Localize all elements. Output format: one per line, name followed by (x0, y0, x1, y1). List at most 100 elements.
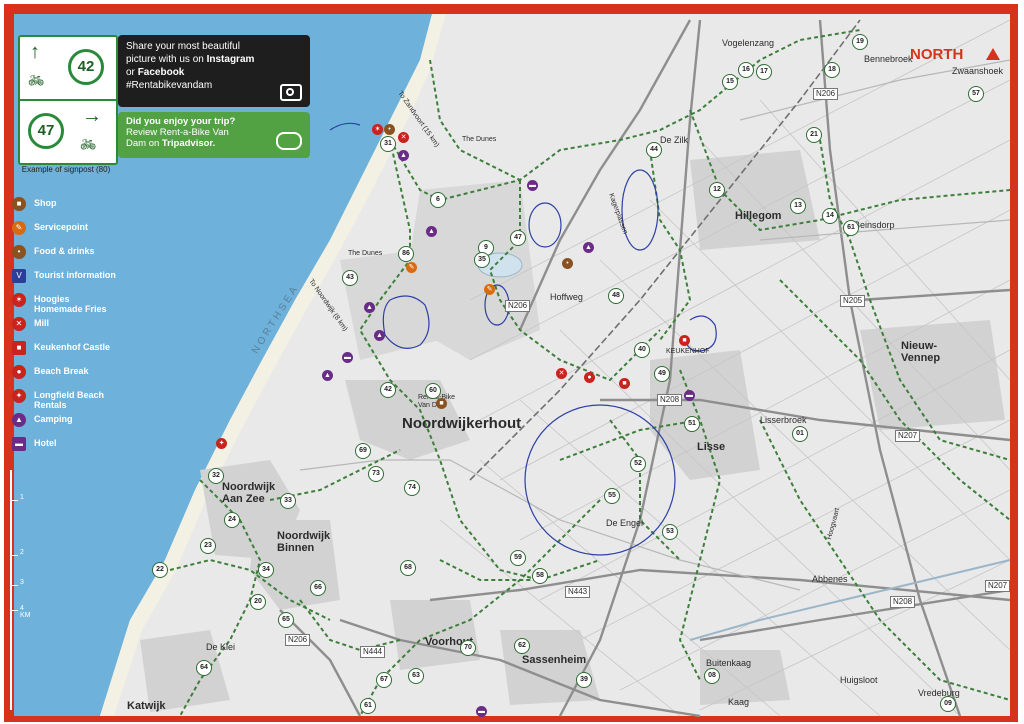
junction-node[interactable]: 48 (608, 288, 624, 304)
junction-node[interactable]: 16 (738, 62, 754, 78)
junction-node[interactable]: 39 (576, 672, 592, 688)
road-number: N206 (813, 88, 839, 100)
junction-node[interactable]: 23 (200, 538, 216, 554)
junction-node[interactable]: 08 (704, 668, 720, 684)
junction-node[interactable]: 49 (654, 366, 670, 382)
bed-icon[interactable]: ▬ (342, 352, 353, 363)
surf-icon: ✦ (12, 389, 26, 403)
junction-node[interactable]: 70 (460, 640, 476, 656)
wrench-icon[interactable]: ✎ (406, 262, 417, 273)
place-label: Hoffweg (550, 292, 583, 302)
junction-node[interactable]: 09 (940, 696, 956, 712)
bed-icon[interactable]: ▬ (476, 706, 487, 717)
town-sassenheim: Sassenheim (522, 654, 587, 666)
junction-node[interactable]: 44 (646, 142, 662, 158)
junction-node[interactable]: 17 (756, 64, 772, 80)
junction-node[interactable]: 61 (843, 220, 859, 236)
junction-node[interactable]: 52 (630, 456, 646, 472)
promo-text: Share your most beautiful (126, 41, 240, 52)
promo-text: Dam on (126, 138, 160, 149)
tent-icon[interactable]: ▲ (583, 242, 594, 253)
tent-icon[interactable]: ▲ (364, 302, 375, 313)
place-label: Vredeburg (918, 688, 960, 698)
junction-node[interactable]: 40 (634, 342, 650, 358)
tent-icon[interactable]: ▲ (374, 330, 385, 341)
junction-node[interactable]: 57 (968, 86, 984, 102)
hashtag[interactable]: #Rentabikevandam (126, 80, 212, 91)
junction-node[interactable]: 47 (510, 230, 526, 246)
junction-node[interactable]: 65 (278, 612, 294, 628)
junction-node[interactable]: 22 (152, 562, 168, 578)
junction-node[interactable]: 24 (224, 512, 240, 528)
instagram-link[interactable]: Instagram (207, 54, 255, 65)
windmill-icon[interactable]: ✕ (556, 368, 567, 379)
junction-node[interactable]: 69 (355, 443, 371, 459)
tripadvisor-promo-box[interactable]: Did you enjoy your trip? Review Rent-a-B… (118, 112, 310, 158)
tent-icon[interactable]: ▲ (398, 150, 409, 161)
facebook-link[interactable]: Facebook (138, 67, 185, 78)
junction-node[interactable]: 12 (709, 182, 725, 198)
food-icon[interactable]: • (384, 124, 395, 135)
tent-icon[interactable]: ▲ (322, 370, 333, 381)
junction-node[interactable]: 64 (196, 660, 212, 676)
road-number: N206 (285, 634, 311, 646)
junction-node[interactable]: 68 (400, 560, 416, 576)
junction-node[interactable]: 74 (404, 480, 420, 496)
junction-node[interactable]: 01 (792, 426, 808, 442)
junction-node[interactable]: 66 (310, 580, 326, 596)
beach-icon[interactable]: ● (584, 372, 595, 383)
tripadvisor-link[interactable]: Tripadvisor. (162, 138, 215, 149)
junction-node[interactable]: 59 (510, 550, 526, 566)
junction-node[interactable]: 62 (514, 638, 530, 654)
junction-node[interactable]: 61 (360, 698, 376, 714)
road-number: N206 (505, 300, 531, 312)
place-label: Kaag (728, 697, 750, 707)
legend-item-beach: ● Beach Break (12, 363, 116, 381)
map-base (0, 0, 1024, 724)
shop-icon[interactable]: ■ (436, 398, 447, 409)
junction-node[interactable]: 20 (250, 594, 266, 610)
junction-node[interactable]: 15 (722, 74, 738, 90)
junction-node[interactable]: 86 (398, 246, 414, 262)
castle-icon[interactable]: ■ (679, 335, 690, 346)
windmill-icon[interactable]: ✕ (398, 132, 409, 143)
scale-label: 3 (20, 579, 24, 586)
food-icon[interactable]: • (562, 258, 573, 269)
junction-node[interactable]: 21 (806, 127, 822, 143)
cycling-route-map[interactable]: NORTHSEA Noordwijkerhout Noordwijk Aan Z… (0, 0, 1024, 724)
junction-node[interactable]: 67 (376, 672, 392, 688)
junction-node[interactable]: 14 (822, 208, 838, 224)
junction-node[interactable]: 60 (425, 383, 441, 399)
signpost-number-bottom: 47 (28, 113, 64, 149)
junction-node[interactable]: 13 (790, 198, 806, 214)
castle-icon[interactable]: ■ (619, 378, 630, 389)
wrench-icon[interactable]: ✎ (484, 284, 495, 295)
bed-icon[interactable]: ▬ (684, 390, 695, 401)
bed-icon: ▬ (12, 437, 26, 451)
junction-node[interactable]: 63 (408, 668, 424, 684)
junction-node[interactable]: 58 (532, 568, 548, 584)
junction-node[interactable]: 53 (662, 524, 678, 540)
surf-icon[interactable]: ✦ (216, 438, 227, 449)
junction-node[interactable]: 73 (368, 466, 384, 482)
junction-node[interactable]: 51 (684, 416, 700, 432)
scale-label: 4 KM (20, 605, 31, 619)
junction-node[interactable]: 43 (342, 270, 358, 286)
promo-text: or (126, 67, 135, 78)
junction-node[interactable]: 6 (430, 192, 446, 208)
junction-node[interactable]: 42 (380, 382, 396, 398)
junction-node[interactable]: 35 (474, 252, 490, 268)
instagram-promo-box[interactable]: Share your most beautiful picture with u… (118, 35, 310, 107)
tent-icon[interactable]: ▲ (426, 226, 437, 237)
scale-label: 2 (20, 549, 24, 556)
junction-node[interactable]: 32 (208, 468, 224, 484)
road-number: N444 (360, 646, 386, 658)
junction-node[interactable]: 55 (604, 488, 620, 504)
fries-icon[interactable]: ✶ (372, 124, 383, 135)
junction-node[interactable]: 18 (824, 62, 840, 78)
bed-icon[interactable]: ▬ (527, 180, 538, 191)
junction-node[interactable]: 19 (852, 34, 868, 50)
junction-node[interactable]: 33 (280, 493, 296, 509)
junction-node[interactable]: 34 (258, 562, 274, 578)
junction-node[interactable]: 31 (380, 136, 396, 152)
